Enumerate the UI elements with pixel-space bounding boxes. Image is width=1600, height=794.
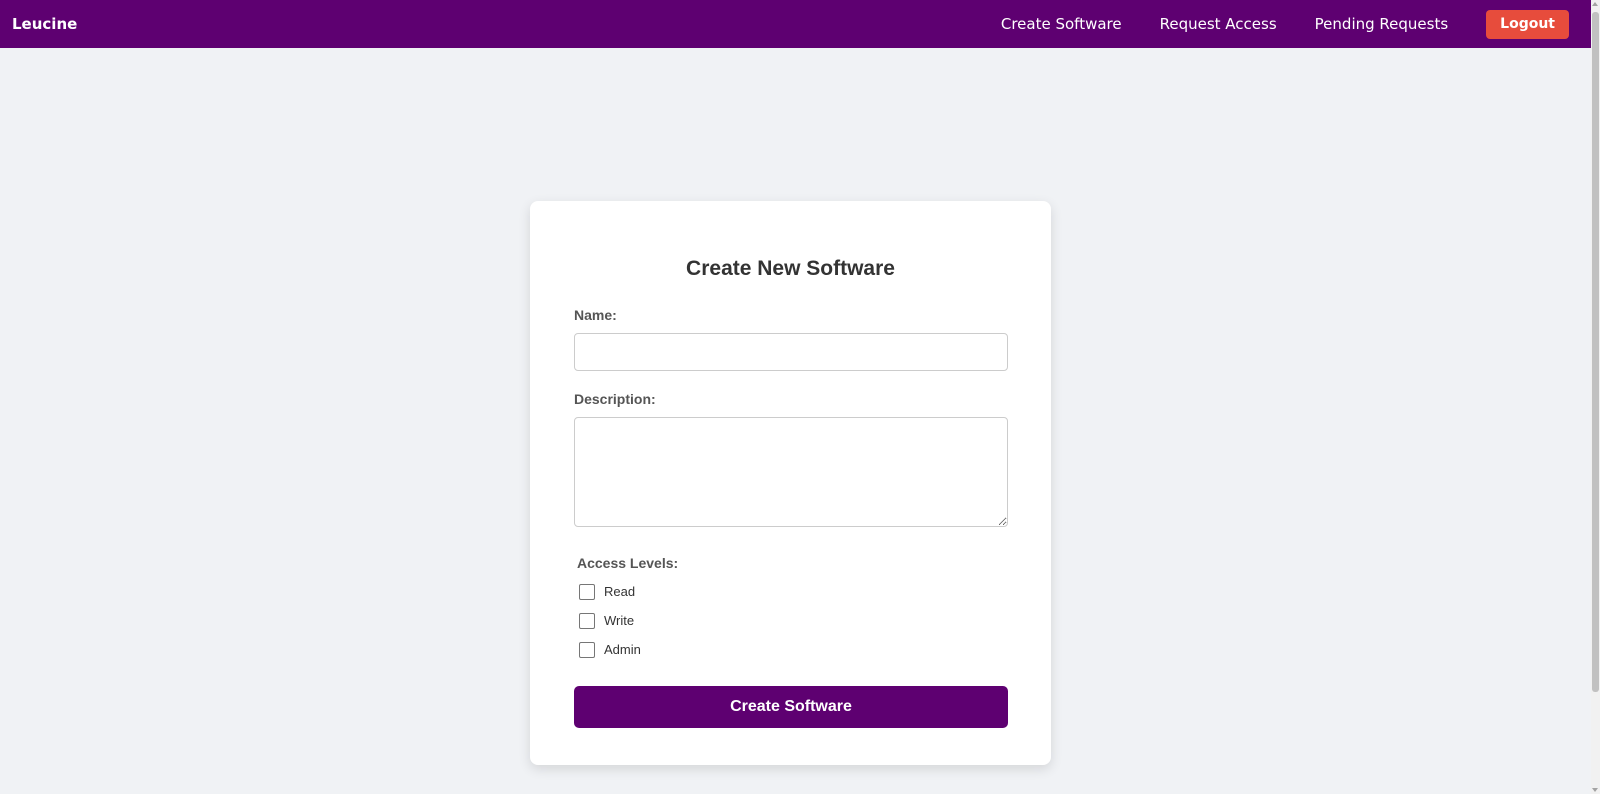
name-input[interactable]	[574, 333, 1008, 371]
write-checkbox[interactable]	[579, 612, 595, 629]
admin-checkbox[interactable]	[579, 641, 595, 658]
logout-button[interactable]: Logout	[1486, 9, 1569, 39]
create-software-card: Create New Software Name: Description: A…	[530, 201, 1051, 765]
access-levels-label: Access Levels:	[577, 555, 679, 571]
description-textarea[interactable]	[574, 417, 1008, 527]
write-checkbox-label[interactable]: Write	[604, 613, 634, 628]
scroll-thumb[interactable]	[1592, 12, 1599, 692]
scroll-down-arrow-icon[interactable]	[1592, 788, 1598, 792]
access-levels-group: Read Write Admin	[574, 577, 1007, 664]
nav-request-access[interactable]: Request Access	[1160, 15, 1277, 33]
admin-checkbox-label[interactable]: Admin	[604, 642, 641, 657]
form-title: Create New Software	[686, 257, 895, 280]
brand-logo[interactable]: Leucine	[12, 15, 77, 33]
access-option-read[interactable]: Read	[579, 577, 1007, 606]
name-label: Name:	[574, 307, 617, 323]
page-scrollbar[interactable]	[1591, 0, 1600, 794]
nav-pending-requests[interactable]: Pending Requests	[1315, 15, 1448, 33]
access-option-write[interactable]: Write	[579, 606, 1007, 635]
scroll-up-arrow-icon[interactable]	[1592, 2, 1598, 6]
create-software-button[interactable]: Create Software	[574, 686, 1008, 728]
top-navbar: Leucine Create Software Request Access P…	[0, 0, 1591, 48]
nav-create-software[interactable]: Create Software	[1001, 15, 1122, 33]
read-checkbox-label[interactable]: Read	[604, 584, 635, 599]
description-label: Description:	[574, 391, 656, 407]
access-option-admin[interactable]: Admin	[579, 635, 1007, 664]
read-checkbox[interactable]	[579, 583, 595, 600]
nav-links: Create Software Request Access Pending R…	[1001, 9, 1579, 39]
